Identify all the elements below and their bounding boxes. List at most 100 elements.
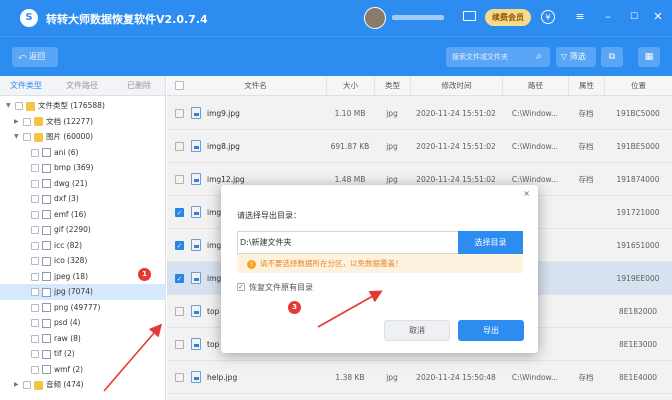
tree-item-label: dwg (21) <box>54 178 88 188</box>
tree-item-checkbox[interactable] <box>31 365 39 374</box>
tree-item-label: bmp (369) <box>54 163 94 172</box>
column-attr[interactable]: 属性 <box>568 76 604 96</box>
collapse-arrow-icon[interactable]: ▶ <box>14 114 22 130</box>
monitor-icon[interactable] <box>463 11 476 21</box>
tree-item-label: ico (328) <box>54 256 88 265</box>
column-size[interactable]: 大小 <box>326 76 374 96</box>
back-button[interactable]: ⤺ 返回 <box>12 47 58 67</box>
maximize-icon[interactable]: ☐ <box>626 9 642 25</box>
tab-file-type[interactable]: 文件类型 <box>10 76 42 96</box>
tree-item-label: png (49777) <box>54 302 101 312</box>
tree-item[interactable]: icc (82) <box>0 238 166 254</box>
tree-item-checkbox[interactable] <box>31 164 39 172</box>
dialog-title: 请选择导出目录： <box>237 211 301 220</box>
tree-item-label: jpg (7074) <box>54 287 93 296</box>
column-name[interactable]: 文件名 <box>185 76 326 96</box>
tree-item[interactable]: emf (16) <box>0 207 166 223</box>
tree-item-checkbox[interactable] <box>31 210 39 219</box>
tree-item[interactable]: dxf (3) <box>0 191 166 207</box>
back-label: 返回 <box>29 52 46 61</box>
tree-item-label: icc (82) <box>54 240 83 250</box>
column-type[interactable]: 类型 <box>374 76 410 96</box>
expand-arrow-icon[interactable]: ▼ <box>6 98 14 114</box>
cancel-button[interactable]: 取消 <box>384 320 450 341</box>
tree-item[interactable]: ani (6) <box>0 145 166 161</box>
tree-item[interactable]: ico (328) <box>0 253 166 269</box>
tab-deleted[interactable]: 已删除 <box>127 76 151 96</box>
tree-item-checkbox[interactable] <box>31 350 39 358</box>
preview-toggle-icon[interactable]: ⧉ <box>601 47 623 67</box>
expand-arrow-icon[interactable]: ▼ <box>14 129 22 145</box>
tree-item-checkbox[interactable] <box>23 381 31 389</box>
tree-item[interactable]: ▼ 文件类型 (176588) <box>0 98 166 114</box>
app-logo-icon: S <box>20 9 38 27</box>
tree-item-checkbox[interactable] <box>31 334 39 343</box>
tree-item-label: 文件类型 (176588) <box>38 101 105 110</box>
avatar[interactable] <box>364 7 386 29</box>
app-title: 转转大师数据恢复软件V2.0.7.4 <box>46 13 208 26</box>
tree-item-checkbox[interactable] <box>31 148 39 157</box>
table-header: 文件名 大小 类型 修改时间 路径 属性 位置 <box>167 76 672 96</box>
tree-item-label: emf (16) <box>54 209 87 219</box>
tree-item[interactable]: ▼ 图片 (60000) <box>0 129 166 145</box>
partition-warning: ! 请不要选择数据所在分区，以免数据覆盖！ <box>237 254 523 273</box>
tree-item-checkbox[interactable] <box>31 257 39 265</box>
choose-directory-button[interactable]: 选择目录 <box>458 231 523 254</box>
tree-item[interactable]: psd (4) <box>0 315 166 331</box>
tree-item[interactable]: ▶ 音频 (474) <box>0 377 166 393</box>
warning-icon: ! <box>247 259 256 269</box>
tree-item[interactable]: bmp (369) <box>0 160 166 176</box>
tree-item-checkbox[interactable] <box>31 179 39 188</box>
file-icon <box>42 225 51 235</box>
folder-icon <box>34 132 43 142</box>
file-icon <box>42 241 51 250</box>
tree-item[interactable]: jpg (7074) <box>0 284 166 300</box>
filter-icon: ▽ <box>561 52 568 61</box>
tree-item-label: 图片 (60000) <box>46 132 94 141</box>
tree-item[interactable]: wmf (2) <box>0 362 166 378</box>
tree-item-checkbox[interactable] <box>31 319 39 327</box>
search-box[interactable]: ⌕ <box>446 47 550 67</box>
coin-icon[interactable]: ¥ <box>541 10 555 24</box>
tree-item[interactable]: ▶ 文档 (12277) <box>0 114 166 130</box>
tab-file-path[interactable]: 文件路径 <box>66 76 98 96</box>
close-icon[interactable]: ✕ <box>650 9 666 25</box>
search-icon[interactable]: ⌕ <box>532 50 546 64</box>
tree-item-checkbox[interactable] <box>23 133 31 141</box>
collapse-arrow-icon[interactable]: ▶ <box>14 377 22 393</box>
dialog-close-icon[interactable]: × <box>523 189 530 198</box>
tree-item-checkbox[interactable] <box>31 288 39 296</box>
tree-item-checkbox[interactable] <box>31 303 39 312</box>
tree-item-label: psd (4) <box>54 318 81 327</box>
column-path[interactable]: 路径 <box>502 76 568 96</box>
filter-button[interactable]: ▽ 筛选 <box>556 47 596 67</box>
tree-item[interactable]: png (49777) <box>0 300 166 316</box>
tree-item[interactable]: dwg (21) <box>0 176 166 192</box>
column-modified[interactable]: 修改时间 <box>410 76 502 96</box>
renew-vip-button[interactable]: 续费会员 <box>485 9 531 26</box>
restore-original-dir-option[interactable]: 恢复文件原有目录 <box>237 282 313 293</box>
tree-item-checkbox[interactable] <box>23 117 31 126</box>
menu-icon[interactable]: ≡ <box>572 9 588 25</box>
tree-item-checkbox[interactable] <box>31 195 39 203</box>
column-position[interactable]: 位置 <box>604 76 672 96</box>
tree-item-checkbox[interactable] <box>15 102 23 110</box>
file-icon <box>42 256 51 266</box>
export-button[interactable]: 导出 <box>458 320 524 341</box>
tree-item-checkbox[interactable] <box>31 241 39 250</box>
search-input[interactable] <box>452 50 532 64</box>
file-icon <box>42 210 51 219</box>
minimize-icon[interactable]: – <box>600 9 616 25</box>
tree-item[interactable]: tif (2) <box>0 346 166 362</box>
tree-item-checkbox[interactable] <box>31 226 39 234</box>
tree-item[interactable]: gif (2290) <box>0 222 166 238</box>
tree-item-label: ani (6) <box>54 147 79 157</box>
export-path-field[interactable]: D:\新建文件夹 <box>237 231 458 254</box>
tree-item-checkbox[interactable] <box>31 272 39 281</box>
tree-item[interactable]: raw (8) <box>0 331 166 347</box>
restore-dir-label: 恢复文件原有目录 <box>249 283 313 292</box>
select-all-checkbox[interactable] <box>175 81 184 90</box>
grid-view-icon[interactable]: ▦ <box>638 47 660 67</box>
restore-dir-checkbox[interactable] <box>237 282 245 292</box>
tree-item-label: dxf (3) <box>54 194 79 203</box>
